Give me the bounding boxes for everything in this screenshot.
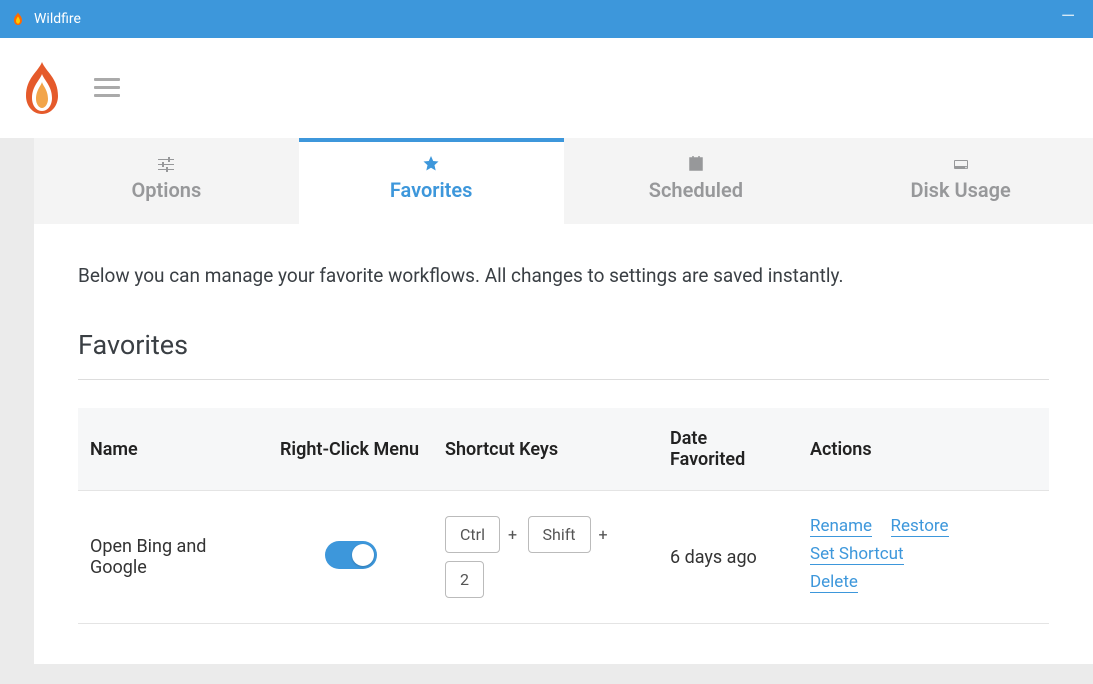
disk-icon	[953, 156, 969, 172]
set-shortcut-link[interactable]: Set Shortcut	[810, 544, 904, 565]
plus-icon: +	[502, 525, 523, 544]
row-date: 6 days ago	[658, 491, 798, 624]
col-actions: Actions	[798, 408, 1049, 491]
tab-label: Scheduled	[649, 178, 743, 202]
tab-bar: Options Favorites Scheduled Disk Usage	[34, 138, 1093, 224]
favorites-table: Name Right-Click Menu Shortcut Keys Date…	[78, 408, 1049, 624]
app-header	[0, 38, 1093, 138]
app-icon	[10, 11, 26, 27]
row-name: Open Bing and Google	[78, 491, 268, 624]
right-click-toggle[interactable]	[325, 541, 377, 569]
tab-label: Favorites	[390, 178, 473, 202]
section-title: Favorites	[78, 329, 1049, 361]
key-ctrl: Ctrl	[445, 516, 500, 553]
col-shortcut-keys: Shortcut Keys	[433, 408, 658, 491]
key-shift: Shift	[528, 516, 591, 553]
title-bar: Wildfire —	[0, 0, 1093, 38]
col-name: Name	[78, 408, 268, 491]
row-actions: Rename Restore Set Shortcut Delete	[798, 491, 1049, 624]
hamburger-menu-icon[interactable]	[94, 78, 120, 98]
restore-link[interactable]: Restore	[891, 516, 949, 537]
panel-description: Below you can manage your favorite workf…	[78, 264, 1049, 287]
star-icon	[423, 156, 439, 172]
row-rcm	[268, 491, 433, 624]
section-divider	[78, 379, 1049, 380]
col-right-click-menu: Right-Click Menu	[268, 408, 433, 491]
tab-favorites[interactable]: Favorites	[299, 138, 564, 224]
window-title: Wildfire	[34, 11, 81, 27]
col-date-favorited: Date Favorited	[658, 408, 798, 491]
table-row: Open Bing and Google Ctrl+ Shift+ 2 6 da…	[78, 491, 1049, 624]
row-shortcut: Ctrl+ Shift+ 2	[433, 491, 658, 624]
tab-label: Options	[132, 178, 202, 202]
rename-link[interactable]: Rename	[810, 516, 872, 537]
plus-icon: +	[593, 525, 614, 544]
tab-options[interactable]: Options	[34, 138, 299, 224]
tab-label: Disk Usage	[910, 178, 1010, 202]
sliders-icon	[158, 156, 174, 172]
tab-scheduled[interactable]: Scheduled	[564, 138, 829, 224]
tab-panel: Below you can manage your favorite workf…	[34, 224, 1093, 664]
minimize-button[interactable]: —	[1061, 6, 1075, 27]
tab-disk-usage[interactable]: Disk Usage	[828, 138, 1093, 224]
content-area: Options Favorites Scheduled Disk Usage B…	[0, 138, 1093, 684]
key-2: 2	[445, 561, 484, 598]
wildfire-logo	[20, 60, 64, 116]
calendar-icon	[688, 156, 704, 172]
